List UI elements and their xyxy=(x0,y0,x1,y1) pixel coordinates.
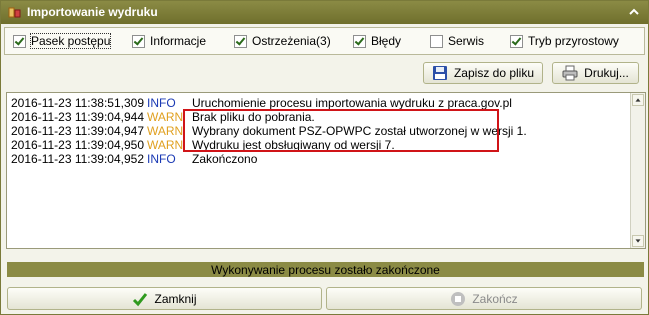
print-button[interactable]: Drukuj... xyxy=(552,62,639,84)
checkbox[interactable] xyxy=(132,34,145,48)
log-message: Wydruku jest obsługiwany od wersji 7. xyxy=(192,138,395,152)
log-message: Brak pliku do pobrania. xyxy=(192,110,315,124)
window-title: Importowanie wydruku xyxy=(27,5,158,19)
printer-icon xyxy=(562,65,578,81)
checkbox[interactable] xyxy=(13,34,26,48)
option-label: Pasek postępu xyxy=(29,33,112,49)
checkmark-icon xyxy=(133,292,148,306)
finish-button-label: Zakończ xyxy=(472,291,518,306)
log-timestamp: 2016-11-23 11:39:04,947 xyxy=(11,124,145,138)
chevron-up-icon[interactable] xyxy=(627,5,641,19)
log-message: Uruchomienie procesu importowania wydruk… xyxy=(192,96,512,110)
option-information[interactable]: Informacje xyxy=(132,28,206,54)
option-progress-bar[interactable]: Pasek postępu xyxy=(13,28,112,54)
option-service[interactable]: Serwis xyxy=(430,28,484,54)
checkbox[interactable] xyxy=(353,34,366,48)
scroll-down-icon[interactable] xyxy=(632,235,644,247)
save-button-label: Zapisz do pliku xyxy=(453,66,535,80)
log-timestamp: 2016-11-23 11:39:04,950 xyxy=(11,138,145,152)
floppy-icon xyxy=(432,66,447,80)
status-text: Wykonywanie procesu zostało zakończone xyxy=(211,262,440,277)
log-level: WARN xyxy=(147,110,184,124)
option-label: Informacje xyxy=(150,34,207,48)
option-warnings[interactable]: Ostrzeżenia(3) xyxy=(234,28,331,54)
log-level: WARN xyxy=(147,124,184,138)
scroll-up-icon[interactable] xyxy=(632,94,644,106)
print-button-label: Drukuj... xyxy=(584,66,629,80)
stop-icon xyxy=(451,291,466,306)
log-message: Wybrany dokument PSZ-OPWPC został utworz… xyxy=(192,124,527,138)
vertical-scrollbar[interactable] xyxy=(630,93,645,248)
option-label: Ostrzeżenia(3) xyxy=(252,34,331,48)
option-label: Serwis xyxy=(448,34,485,48)
option-incremental-mode[interactable]: Tryb przyrostowy xyxy=(510,28,619,54)
finish-button[interactable]: Zakończ xyxy=(326,287,642,310)
log-timestamp: 2016-11-23 11:39:04,952 xyxy=(11,152,145,166)
log-timestamp: 2016-11-23 11:39:04,944 xyxy=(11,110,145,124)
log-level: INFO xyxy=(147,96,176,110)
option-label: Błędy xyxy=(371,34,402,48)
save-to-file-button[interactable]: Zapisz do pliku xyxy=(423,62,543,84)
import-icon xyxy=(8,7,21,18)
title-bar[interactable]: Importowanie wydruku xyxy=(1,1,648,24)
status-bar: Wykonywanie procesu zostało zakończone xyxy=(7,262,644,277)
checkbox[interactable] xyxy=(510,34,523,48)
checkbox[interactable] xyxy=(430,34,443,48)
option-label: Tryb przyrostowy xyxy=(528,34,619,48)
log-level: INFO xyxy=(147,152,176,166)
import-dialog: Importowanie wydruku Pasek postępu Infor… xyxy=(0,0,649,315)
log-options-bar: Pasek postępu Informacje Ostrzeżenia(3) … xyxy=(4,27,645,55)
log-panel[interactable]: 2016-11-23 11:38:51,309 INFO Uruchomieni… xyxy=(6,92,646,249)
log-timestamp: 2016-11-23 11:38:51,309 xyxy=(11,96,145,110)
close-button[interactable]: Zamknij xyxy=(7,287,322,310)
option-errors[interactable]: Błędy xyxy=(353,28,401,54)
checkbox[interactable] xyxy=(234,34,247,48)
log-message: Zakończono xyxy=(192,152,258,166)
log-level: WARN xyxy=(147,138,184,152)
close-button-label: Zamknij xyxy=(154,291,197,306)
